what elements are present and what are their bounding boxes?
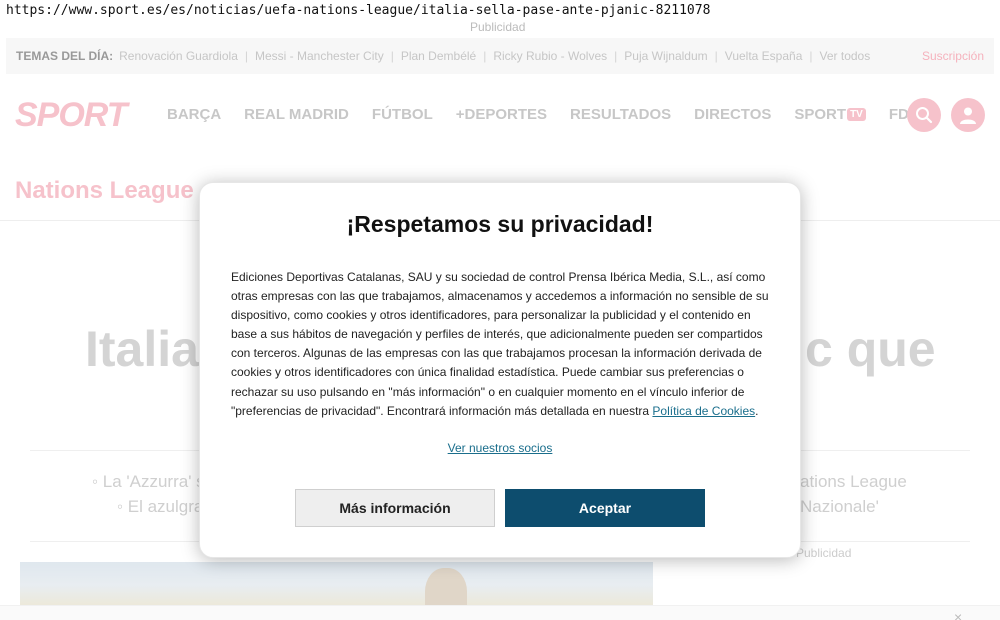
consent-modal: ¡Respetamos su privacidad! Ediciones Dep…: [199, 182, 801, 558]
user-icon: [960, 107, 976, 124]
topic-link[interactable]: Renovación Guardiola: [119, 49, 238, 63]
article-summary-line: Nazionale': [800, 497, 879, 516]
search-button[interactable]: [907, 98, 941, 132]
nav-items: BARÇA REAL MADRID FÚTBOL +DEPORTES RESUL…: [167, 106, 940, 123]
cookie-policy-link[interactable]: Política de Cookies: [652, 404, 755, 418]
accept-button[interactable]: Aceptar: [505, 489, 705, 527]
subscribe-link[interactable]: Suscripción: [922, 49, 984, 63]
tv-badge: TV: [847, 108, 866, 121]
nav-item-futbol[interactable]: FÚTBOL: [372, 106, 433, 123]
more-info-button[interactable]: Más información: [295, 489, 495, 527]
article-summary-line: ◦ El azulgra: [117, 497, 204, 516]
browser-url-bar[interactable]: https://www.sport.es/es/noticias/uefa-na…: [0, 0, 1000, 22]
nav-item-real-madrid[interactable]: REAL MADRID: [244, 106, 349, 123]
bottom-ad-strip: [0, 605, 1000, 620]
topic-separator: |: [614, 49, 618, 63]
article-headline-right: c que: [805, 321, 936, 377]
user-account-button[interactable]: [951, 98, 985, 132]
topic-link[interactable]: Plan Dembélé: [401, 49, 476, 63]
topics-bar: TEMAS DEL DÍA: Renovación Guardiola | Mes…: [6, 38, 994, 74]
sport-logo[interactable]: SPORT: [15, 96, 128, 135]
nav-item-directos[interactable]: DIRECTOS: [694, 106, 771, 123]
consent-body: Ediciones Deportivas Catalanas, SAU y su…: [231, 268, 776, 421]
article-headline-left: Italia: [85, 321, 199, 377]
topics-view-all-link[interactable]: Ver todos: [820, 49, 871, 63]
nav-item-mas-deportes[interactable]: +DEPORTES: [456, 106, 547, 123]
section-title[interactable]: Nations League: [15, 177, 194, 205]
topic-link[interactable]: Messi - Manchester City: [255, 49, 384, 63]
topic-link[interactable]: Puja Wijnaldum: [624, 49, 707, 63]
consent-body-text: Ediciones Deportivas Catalanas, SAU y su…: [231, 270, 769, 418]
topic-separator: |: [483, 49, 487, 63]
ad-label-side: Publicidad: [796, 546, 852, 560]
article-summary-line: ◦ La 'Azzurra' s: [92, 472, 205, 491]
topic-link[interactable]: Vuelta España: [725, 49, 803, 63]
article-summary-line: ations League: [800, 472, 907, 491]
nav-item-sport-tv[interactable]: SPORT TV: [794, 106, 866, 123]
nav-item-barca[interactable]: BARÇA: [167, 106, 221, 123]
partners-link[interactable]: Ver nuestros socios: [200, 441, 800, 455]
topic-separator: |: [390, 49, 394, 63]
main-nav: SPORT BARÇA REAL MADRID FÚTBOL +DEPORTES…: [0, 92, 1000, 142]
topics-label: TEMAS DEL DÍA:: [16, 49, 114, 63]
topic-link[interactable]: Ricky Rubio - Wolves: [493, 49, 607, 63]
topic-separator: |: [809, 49, 813, 63]
nav-item-sport-label: SPORT: [794, 106, 847, 123]
ad-label-top: Publicidad: [470, 20, 526, 34]
consent-title: ¡Respetamos su privacidad!: [346, 211, 654, 237]
close-icon[interactable]: ×: [954, 609, 962, 620]
nav-item-resultados[interactable]: RESULTADOS: [570, 106, 671, 123]
consent-body-end: .: [755, 403, 759, 418]
topic-separator: |: [714, 49, 718, 63]
topic-separator: |: [244, 49, 248, 63]
search-icon: [916, 107, 933, 124]
